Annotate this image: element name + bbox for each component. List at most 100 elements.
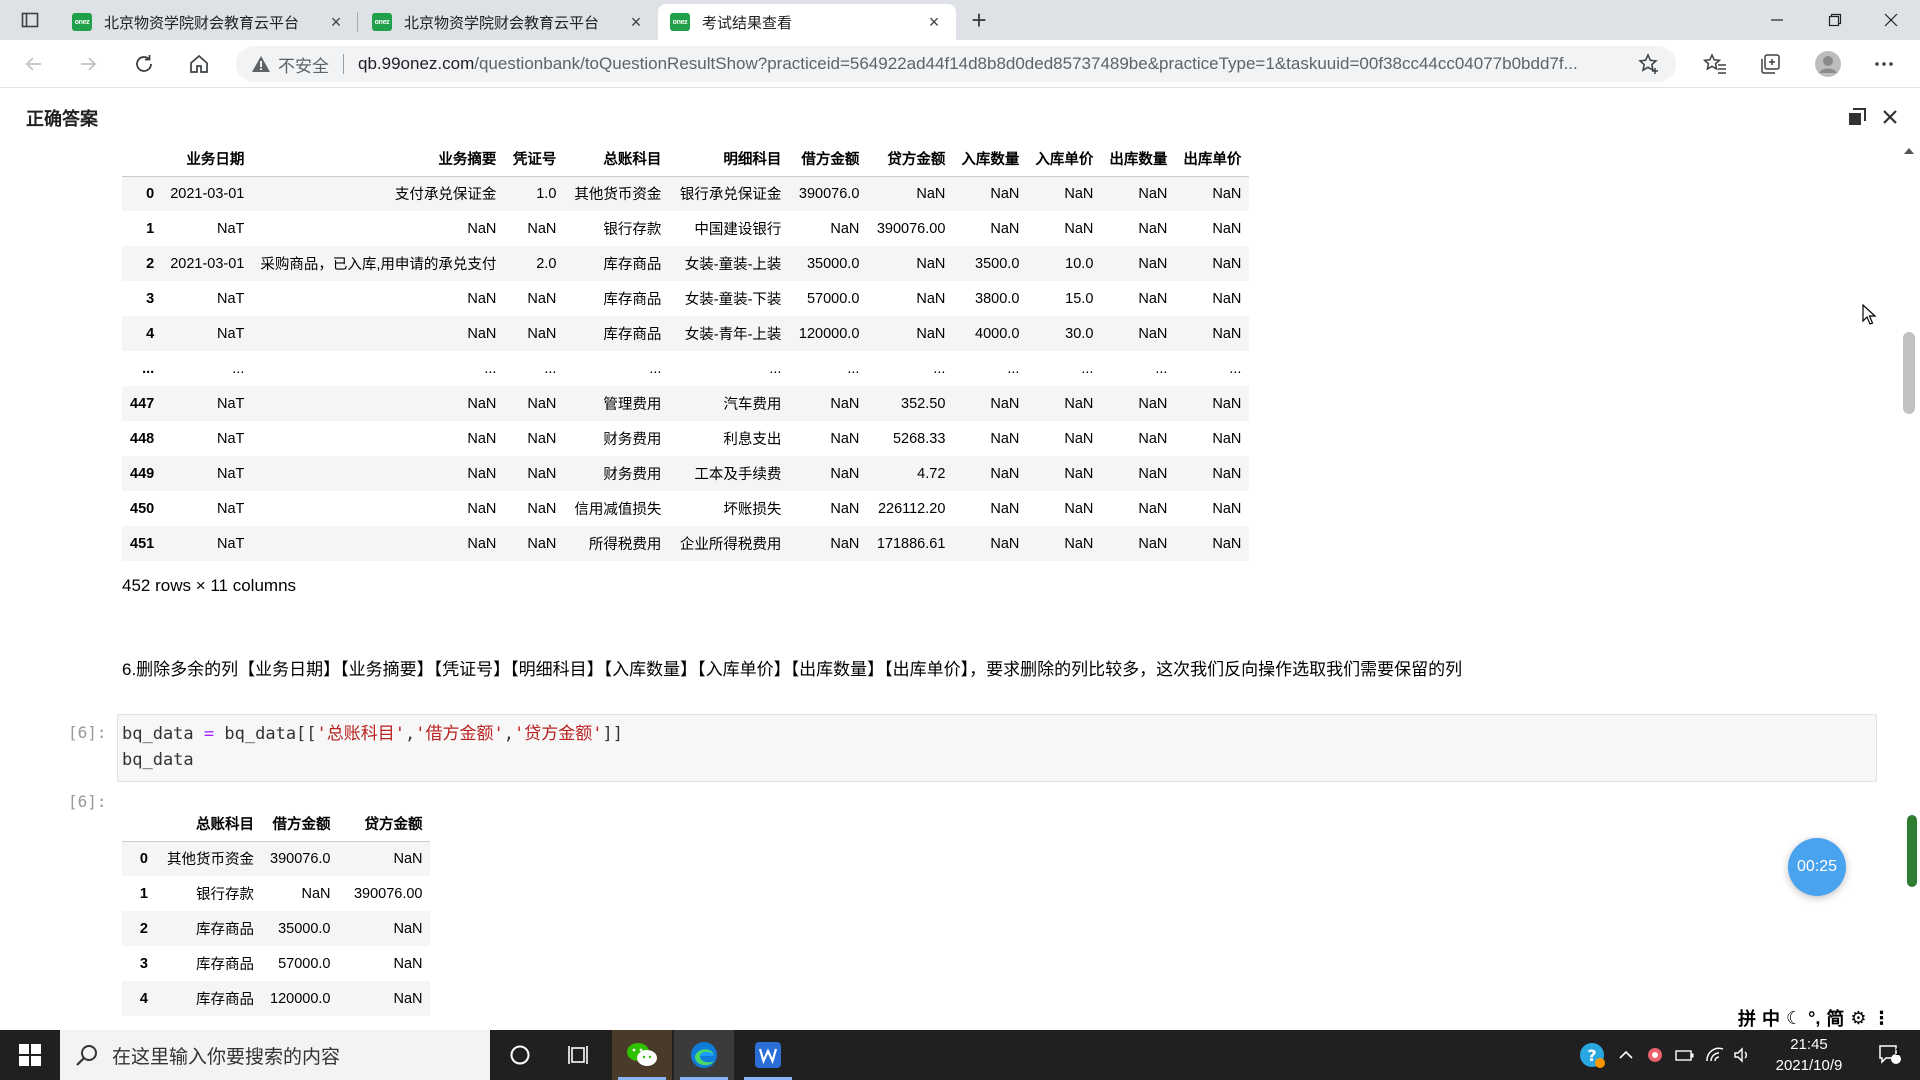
- help-tray-button[interactable]: ?: [1572, 1030, 1612, 1080]
- close-icon[interactable]: ×: [924, 12, 944, 32]
- table-cell: 工本及手续费: [694, 467, 782, 483]
- table-row: 3 NaT NaN NaN 库存商品 女装-童装-下装 57000.0 NaN 3800.0 15…: [122, 281, 1249, 316]
- new-tab-button[interactable]: +: [965, 5, 993, 35]
- table-cell: 4.72: [917, 465, 946, 482]
- app-tray-button[interactable]: [1642, 1030, 1668, 1080]
- ime-chinese-label[interactable]: 中: [1762, 1005, 1780, 1031]
- table-cell: NaN: [1212, 395, 1242, 412]
- clock-date: 2021/10/9: [1775, 1057, 1843, 1074]
- table-header-row: 业务日期 业务摘要 凭证号 总账科目 明细科目 借方金额 贷方金额 入库数量 入库单价 出库数量出…: [122, 142, 1250, 176]
- close-window-button[interactable]: [1862, 0, 1920, 40]
- avatar-icon[interactable]: [1810, 46, 1846, 82]
- table-cell: 30.0: [1065, 325, 1094, 342]
- moon-icon[interactable]: ☾: [1786, 1008, 1802, 1029]
- row-index: 1: [139, 885, 148, 902]
- gear-icon[interactable]: ⚙: [1850, 1008, 1866, 1029]
- table-cell: NaN: [467, 500, 497, 517]
- cortana-button[interactable]: [490, 1030, 550, 1080]
- table-cell: NaN: [990, 185, 1020, 202]
- collections-icon[interactable]: [1752, 46, 1788, 82]
- column-header: 借方金额: [272, 817, 331, 834]
- table-cell: NaT: [216, 500, 245, 517]
- volume-tray-button[interactable]: [1730, 1030, 1756, 1080]
- wifi-tray-button[interactable]: [1702, 1030, 1728, 1080]
- forward-button[interactable]: [70, 46, 106, 82]
- security-label[interactable]: 不安全: [278, 52, 329, 77]
- table-row: 447 NaT NaN NaN 管理费用 汽车费用 NaN 352.50 NaN NaN NaN Na…: [122, 386, 1250, 421]
- tab-actions-icon[interactable]: [10, 8, 50, 32]
- table-row: 451 NaT NaN NaN 所得税费用 企业所得税费用 NaN 171886.61 NaN N…: [122, 526, 1250, 561]
- notification-count: 1: [1895, 1047, 1901, 1058]
- ime-toolbar[interactable]: 拼 中 ☾ °, 简 ⚙ ⋮: [1738, 1006, 1890, 1030]
- table-cell: 其他货币资金: [167, 852, 254, 869]
- table-row: 1 银行存款 NaN 390076.00: [122, 876, 430, 911]
- taskbar-search-box[interactable]: 在这里输入你要搜索的内容: [60, 1030, 490, 1080]
- scrollbar-track[interactable]: [1900, 142, 1920, 1029]
- table-cell: 1.0: [536, 185, 557, 202]
- screen: onez 北京物资学院财会教育云平台 × onez 北京物资学院财会教育云平台 …: [0, 0, 1920, 1080]
- refresh-button[interactable]: [126, 46, 162, 82]
- ime-simplified-label[interactable]: 简: [1826, 1005, 1844, 1031]
- table-cell: NaN: [1138, 535, 1168, 552]
- address-bar[interactable]: 不安全 qb.99onez.com/questionbank/toQuestio…: [236, 46, 1676, 82]
- code-cell[interactable]: bq_data = bq_data[['总账科目','借方金额','贷方金额']…: [117, 714, 1877, 782]
- popout-icon[interactable]: [1845, 105, 1869, 129]
- close-icon[interactable]: ×: [626, 12, 646, 32]
- browser-tab-strip: onez 北京物资学院财会教育云平台 × onez 北京物资学院财会教育云平台 …: [0, 0, 1920, 40]
- table-cell: NaN: [467, 290, 497, 307]
- show-hidden-icons-button[interactable]: [1614, 1030, 1638, 1080]
- table-cell: NaN: [393, 850, 423, 867]
- scrollbar-thumb[interactable]: [1903, 332, 1915, 414]
- favorites-icon[interactable]: [1697, 46, 1733, 82]
- output-prompt: [6]:: [68, 792, 107, 811]
- close-panel-icon[interactable]: [1878, 105, 1902, 129]
- timer-badge[interactable]: 00:25: [1788, 838, 1846, 896]
- table-cell: NaN: [1138, 465, 1168, 482]
- task-view-button[interactable]: [550, 1030, 610, 1080]
- code-index-close: ]]: [602, 724, 623, 744]
- tab-1[interactable]: onez 北京物资学院财会教育云平台 ×: [60, 4, 358, 40]
- warning-icon[interactable]: [250, 53, 272, 75]
- taskbar-clock[interactable]: 21:45 2021/10/9: [1760, 1034, 1858, 1076]
- tab-2[interactable]: onez 北京物资学院财会教育云平台 ×: [360, 4, 658, 40]
- dataframe-shape: 452 rows × 11 columns: [122, 576, 297, 595]
- table-cell: NaN: [467, 535, 497, 552]
- ime-pinyin-label[interactable]: 拼: [1738, 1005, 1756, 1031]
- onez-favicon-icon: onez: [372, 13, 392, 31]
- table-cell: 女装-童装-下装: [684, 292, 782, 308]
- url-text[interactable]: qb.99onez.com/questionbank/toQuestionRes…: [358, 54, 1613, 74]
- code-string-3: '贷方金额': [514, 724, 603, 744]
- back-button[interactable]: [16, 46, 52, 82]
- restore-button[interactable]: [1806, 0, 1864, 40]
- tab-2-title: 北京物资学院财会教育云平台: [404, 14, 600, 32]
- scroll-up-icon[interactable]: [1904, 148, 1914, 154]
- row-index: 2: [139, 920, 148, 937]
- wps-taskbar-button[interactable]: [738, 1030, 798, 1080]
- wechat-taskbar-button[interactable]: [612, 1030, 672, 1080]
- punctuation-icon[interactable]: °,: [1808, 1008, 1820, 1029]
- table-row: 449 NaT NaN NaN 财务费用 工本及手续费 NaN 4.72 NaN NaN NaN Na…: [122, 456, 1250, 491]
- table-cell: NaN: [527, 290, 557, 307]
- dataframe-selected: 总账科目 借方金额 贷方金额 0 其他货币资金 390076.0 NaN 1 银行存款 NaN 3…: [122, 807, 431, 1016]
- table-cell: NaN: [1138, 185, 1168, 202]
- url-host: qb.99onez.com: [358, 54, 475, 73]
- tab-3-active[interactable]: onez 考试结果查看 ×: [658, 4, 956, 40]
- start-button[interactable]: [0, 1030, 60, 1080]
- table-cell: NaN: [527, 535, 557, 552]
- table-cell: 15.0: [1065, 290, 1094, 307]
- code-var: bq_data: [122, 724, 194, 744]
- table-cell: ...: [649, 360, 662, 377]
- add-favorite-icon[interactable]: [1638, 53, 1660, 75]
- column-header: 入库数量: [961, 152, 1020, 169]
- row-index: 3: [146, 290, 155, 307]
- notification-center-button[interactable]: 1: [1868, 1030, 1912, 1080]
- minimize-button[interactable]: [1748, 0, 1806, 40]
- more-menu-icon[interactable]: [1866, 46, 1902, 82]
- table-cell: 汽车费用: [723, 397, 782, 413]
- close-icon[interactable]: ×: [326, 12, 346, 32]
- home-button[interactable]: [181, 46, 217, 82]
- edge-taskbar-button[interactable]: [674, 1030, 734, 1080]
- table-cell: NaN: [990, 430, 1020, 447]
- battery-tray-button[interactable]: [1672, 1030, 1698, 1080]
- ime-more-icon[interactable]: ⋮: [1872, 1008, 1890, 1029]
